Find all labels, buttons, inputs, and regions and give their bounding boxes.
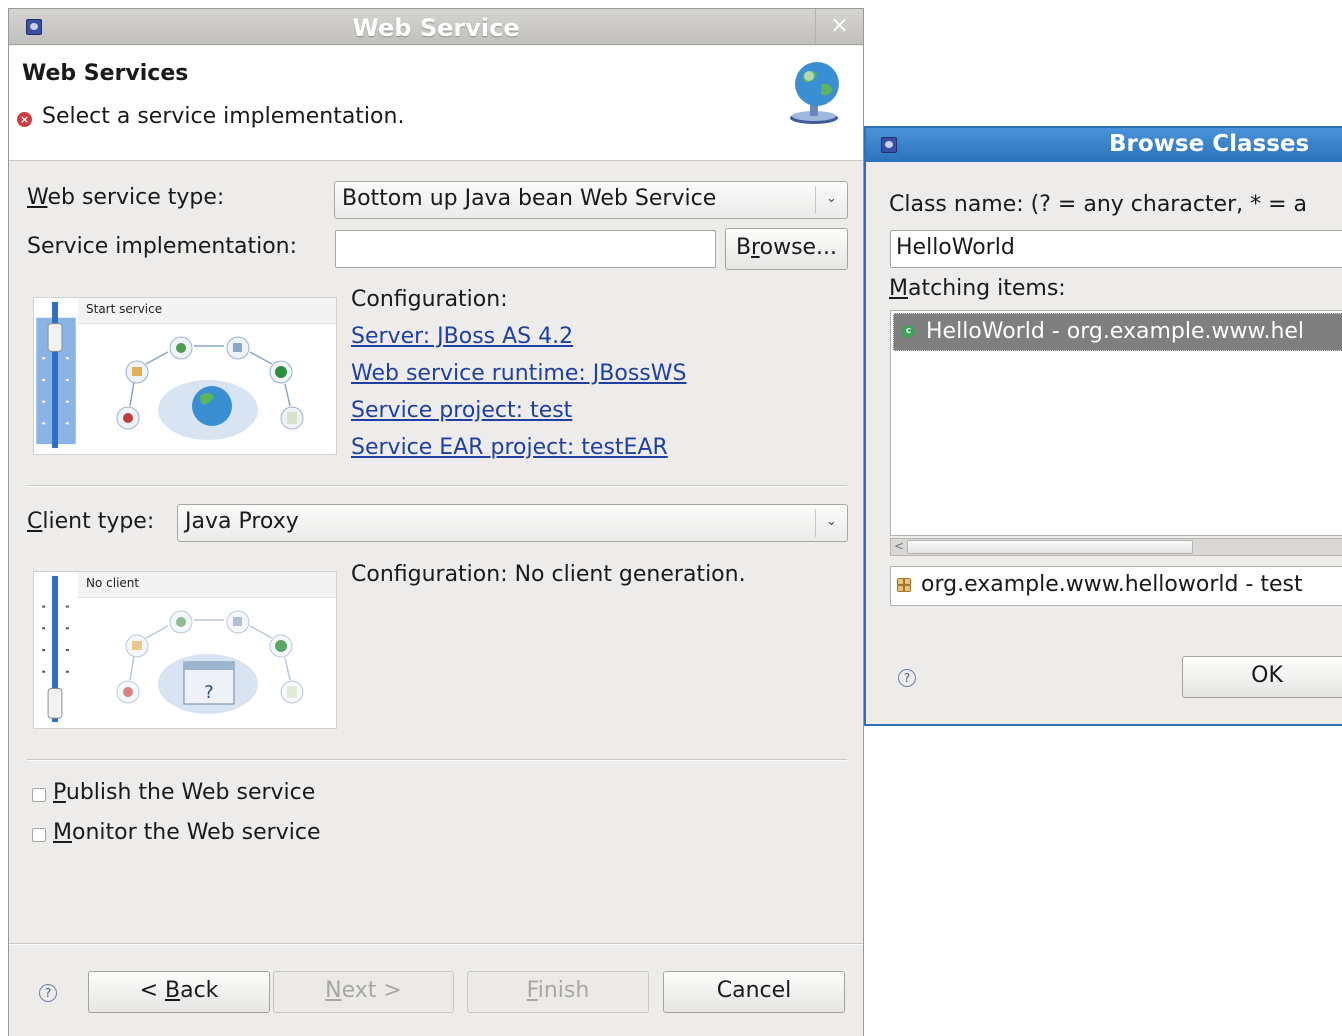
chevron-down-icon[interactable]: ⌄ — [815, 509, 847, 537]
browse-title: Browse Classes — [1109, 131, 1310, 157]
banner-message: Select a service implementation. — [42, 104, 405, 129]
help-icon[interactable]: ? — [898, 669, 916, 687]
service-type-value: Bottom up Java bean Web Service — [342, 186, 717, 211]
cancel-button[interactable]: Cancel — [663, 971, 845, 1013]
client-level-illustration: No client ? — [33, 571, 337, 729]
service-type-combo[interactable]: Bottom up Java bean Web Service ⌄ — [334, 181, 848, 219]
close-icon: × — [830, 13, 849, 38]
web-service-dialog: Web Service × Web Services × Select a se… — [8, 8, 864, 1036]
client-type-label: Client type: — [27, 509, 155, 534]
monitor-checkbox[interactable] — [32, 828, 46, 842]
service-implementation-input[interactable] — [335, 230, 716, 268]
error-icon: × — [17, 112, 32, 127]
package-icon — [897, 578, 911, 592]
next-button[interactable]: Next > — [273, 971, 454, 1013]
client-config-text: Configuration: No client generation. — [351, 562, 746, 587]
dialog-title: Web Service — [352, 14, 520, 42]
service-config-heading: Configuration: — [351, 287, 508, 312]
class-name-input[interactable]: HelloWorld — [890, 230, 1342, 268]
client-illustration-caption: No client — [86, 576, 140, 590]
wizard-banner: Web Services × Select a service implemen… — [9, 46, 863, 161]
runtime-link[interactable]: Web service runtime: JBossWS — [351, 361, 686, 386]
horizontal-scrollbar[interactable]: < — [890, 538, 1342, 556]
list-item[interactable]: c HelloWorld - org.example.www.hel — [893, 313, 1342, 351]
service-lifecycle-diagram-icon — [116, 336, 304, 440]
ok-button[interactable]: OK — [1182, 656, 1342, 698]
service-illustration-caption: Start service — [86, 302, 163, 316]
svg-text:?: ? — [204, 682, 214, 703]
separator — [27, 485, 847, 487]
dialog-titlebar[interactable]: Web Service × — [9, 9, 863, 45]
browse-classes-dialog: Browse Classes Class name: (? = any char… — [864, 126, 1342, 726]
client-lifecycle-diagram-icon: ? — [116, 610, 304, 714]
matching-items-list[interactable]: c HelloWorld - org.example.www.hel — [890, 310, 1342, 536]
publish-label[interactable]: Publish the Web service — [53, 780, 315, 805]
close-button[interactable]: × — [815, 9, 863, 44]
server-link[interactable]: Server: JBoss AS 4.2 — [351, 324, 573, 349]
publish-checkbox[interactable] — [32, 788, 46, 802]
monitor-label[interactable]: Monitor the Web service — [53, 820, 320, 845]
chevron-down-icon[interactable]: ⌄ — [815, 186, 847, 214]
client-type-value: Java Proxy — [185, 509, 299, 534]
package-text: org.example.www.helloworld - test — [921, 572, 1303, 597]
service-level-slider[interactable] — [34, 298, 78, 454]
browse-button[interactable]: Browse... — [725, 228, 848, 270]
matching-items-label: Matching items: — [889, 276, 1066, 301]
banner-title: Web Services — [22, 61, 189, 86]
class-name-label: Class name: (? = any character, * = a — [889, 192, 1308, 217]
service-project-link[interactable]: Service project: test — [351, 398, 572, 423]
client-level-slider[interactable] — [34, 572, 78, 728]
back-button[interactable]: < Back — [88, 971, 270, 1013]
class-name-value: HelloWorld — [896, 235, 1015, 260]
service-type-label: Web service type: — [27, 185, 225, 210]
class-icon: c — [902, 325, 915, 338]
eclipse-app-icon — [881, 137, 897, 153]
package-field: org.example.www.helloworld - test — [890, 566, 1342, 606]
web-service-globe-icon — [790, 62, 839, 124]
service-implementation-label: Service implementation: — [27, 234, 298, 259]
list-item-label: HelloWorld - org.example.www.hel — [926, 319, 1305, 344]
client-type-combo[interactable]: Java Proxy ⌄ — [177, 504, 848, 542]
browse-titlebar[interactable]: Browse Classes — [866, 128, 1342, 162]
button-bar-separator — [9, 943, 863, 945]
finish-button[interactable]: Finish — [467, 971, 649, 1013]
separator — [27, 759, 847, 761]
scroll-left-icon[interactable]: < — [892, 539, 906, 555]
service-level-illustration: Start service — [33, 297, 337, 455]
scrollbar-thumb[interactable] — [907, 540, 1193, 554]
service-ear-project-link[interactable]: Service EAR project: testEAR — [351, 435, 668, 460]
help-icon[interactable]: ? — [39, 984, 57, 1002]
